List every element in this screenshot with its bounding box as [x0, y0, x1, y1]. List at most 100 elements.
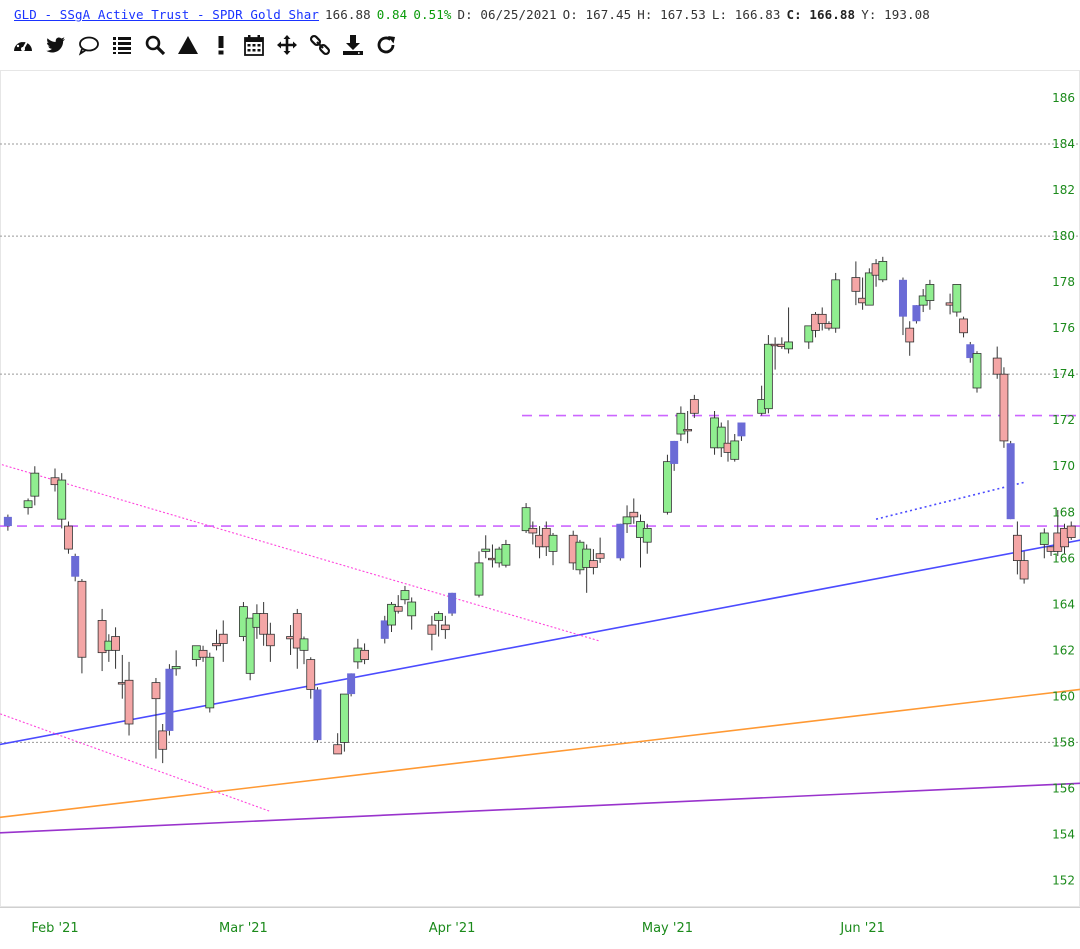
candle-body [64, 525, 73, 550]
candle-body [23, 500, 33, 509]
candle [30, 466, 40, 506]
y-tick-label: 170 [1052, 459, 1075, 473]
y-tick-label: 180 [1052, 229, 1075, 243]
grid-lines [0, 143, 1080, 743]
candle-body [737, 422, 746, 437]
y-tick-label: 152 [1052, 873, 1075, 887]
candle-body [400, 590, 410, 601]
candle-body [333, 744, 343, 755]
x-axis-ticks: Feb '21 Mar '21 Apr '21 May '21 Jun '21 [31, 921, 885, 936]
candle [400, 585, 410, 605]
candle-body [218, 633, 228, 644]
candle-body [548, 534, 558, 552]
candle-body [898, 279, 907, 317]
candle [165, 664, 174, 736]
candle-body [616, 523, 625, 559]
candle [97, 608, 107, 672]
candle-body [448, 592, 457, 614]
candle-body [306, 659, 316, 690]
candle-body [299, 638, 309, 651]
candle [878, 256, 888, 283]
candle-body [481, 548, 491, 552]
candle-body [158, 730, 168, 750]
y-tick-label: 182 [1052, 183, 1075, 197]
candle [218, 620, 228, 662]
candle-body [925, 284, 935, 301]
trendline-pink-lower [0, 713, 271, 812]
x-tick-label: Mar '21 [219, 921, 268, 936]
candle-body [763, 343, 773, 410]
trendlines [0, 463, 1080, 834]
candle-body [831, 279, 841, 329]
candle-body [205, 656, 215, 709]
price-chart[interactable]: 152 154 156 158 160 162 164 166 168 170 172 174 176 1… [0, 0, 1080, 949]
candle-body [999, 373, 1009, 442]
y-tick-label: 178 [1052, 275, 1075, 289]
candle-body [1019, 560, 1029, 580]
candle [1039, 528, 1049, 559]
candle [1006, 440, 1015, 520]
candle [77, 579, 87, 674]
trendline-purple [0, 782, 1080, 834]
candle [730, 434, 740, 462]
candle [448, 592, 457, 616]
candle-body [77, 580, 87, 658]
candle [57, 473, 67, 529]
candle-body [972, 353, 982, 389]
candle-body [434, 613, 444, 621]
candle-body [1012, 534, 1022, 561]
candle-body [265, 633, 275, 647]
y-tick-label: 158 [1052, 735, 1075, 749]
candle-body [528, 527, 538, 534]
candle [972, 351, 982, 393]
candle-body [440, 624, 450, 631]
y-tick-label: 162 [1052, 643, 1075, 657]
candle-body [589, 560, 598, 568]
candle [595, 537, 605, 563]
candle-body [952, 284, 962, 313]
candle-body [851, 277, 861, 292]
candle-body [521, 507, 531, 532]
candle-body [1066, 525, 1076, 538]
y-tick-label: 186 [1052, 91, 1075, 105]
horizontal-levels [0, 414, 1080, 527]
candle-body [622, 516, 632, 525]
candle-body [670, 440, 679, 464]
y-tick-label: 174 [1052, 367, 1075, 381]
candle-body [663, 461, 672, 513]
candle [313, 687, 322, 743]
candle-body [817, 313, 827, 324]
candle [427, 615, 437, 651]
candle-body [912, 305, 921, 322]
candle [111, 627, 120, 669]
candle-body [683, 429, 693, 432]
candle-body [165, 668, 174, 731]
candle-body [259, 613, 269, 635]
candle [3, 514, 12, 531]
trendline-support [0, 539, 1080, 746]
candle [898, 277, 907, 336]
candle-body [171, 666, 181, 670]
x-tick-label: Jun '21 [839, 921, 885, 936]
x-tick-label: May '21 [642, 921, 693, 936]
candle [642, 523, 652, 554]
candle [71, 553, 80, 582]
candle-body [1039, 532, 1049, 545]
candle-body [864, 272, 874, 306]
y-tick-label: 184 [1052, 137, 1075, 151]
y-tick-label: 176 [1052, 321, 1075, 335]
candle-body [959, 318, 968, 334]
candle [339, 693, 349, 752]
y-tick-label: 168 [1052, 505, 1075, 519]
candle-body [905, 327, 915, 343]
candle [616, 523, 625, 561]
candle [737, 422, 746, 441]
candle [676, 406, 686, 441]
trendline-orange [0, 688, 1080, 819]
candles [3, 256, 1076, 764]
candle [23, 498, 33, 515]
candle-body [71, 555, 80, 577]
y-tick-label: 166 [1052, 551, 1075, 565]
candle-body [474, 562, 484, 596]
trendline-pink-upper [0, 463, 601, 642]
